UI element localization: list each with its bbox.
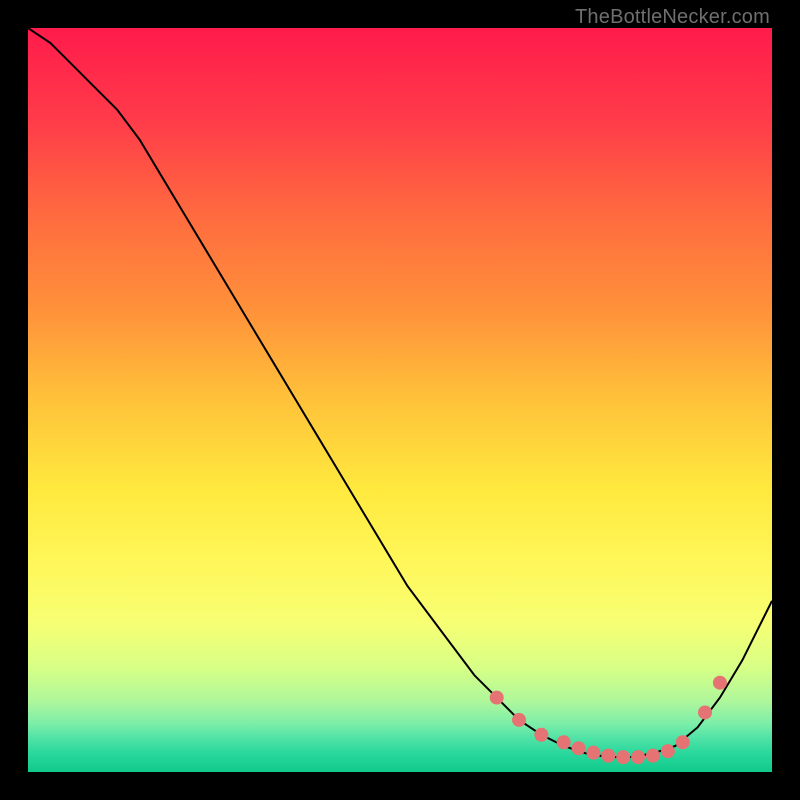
marker-dot bbox=[601, 749, 615, 763]
marker-dot bbox=[631, 750, 645, 764]
marker-dot bbox=[512, 713, 526, 727]
marker-dot bbox=[713, 676, 727, 690]
marker-dot bbox=[646, 749, 660, 763]
marker-dot bbox=[616, 750, 630, 764]
marker-dot bbox=[572, 741, 586, 755]
marker-dot bbox=[661, 744, 675, 758]
marker-dot bbox=[586, 746, 600, 760]
marker-dot bbox=[490, 691, 504, 705]
marker-dot bbox=[534, 728, 548, 742]
chart-stage: TheBottleNecker.com bbox=[0, 0, 800, 800]
marker-dot bbox=[557, 735, 571, 749]
marker-dot bbox=[698, 705, 712, 719]
marker-dots bbox=[490, 676, 727, 764]
watermark-label: TheBottleNecker.com bbox=[575, 6, 770, 29]
curve-line bbox=[28, 28, 772, 757]
plot-area bbox=[28, 28, 772, 772]
marker-dot bbox=[676, 735, 690, 749]
chart-curve-layer bbox=[28, 28, 772, 772]
